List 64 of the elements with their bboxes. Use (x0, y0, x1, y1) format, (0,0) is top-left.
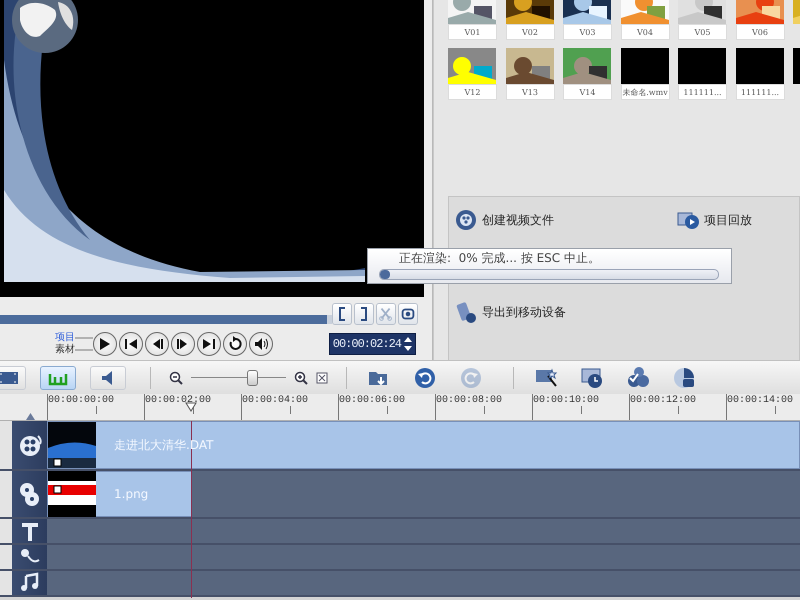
track-header[interactable] (12, 421, 47, 469)
undo-icon (413, 366, 437, 390)
play-button[interactable] (93, 332, 117, 356)
thumbnail-label: V12 (448, 84, 497, 100)
clip-name: 1.png (113, 487, 148, 501)
playhead-line[interactable] (191, 421, 192, 598)
slider-thumb[interactable] (246, 370, 258, 386)
task-button[interactable]: 项目回放 (677, 205, 752, 235)
progress-message: 正在渲染: 0% 完成... 按 ESC 中止。 (398, 251, 601, 266)
thumbnail-label: V06 (736, 24, 784, 40)
thumbnail-label: V05 (678, 24, 727, 40)
time-label: 00:00:04:00 (242, 395, 310, 407)
volume-button[interactable] (249, 332, 273, 356)
video-task-icon (455, 209, 477, 231)
thumbnail-label: V13 (506, 84, 554, 100)
timecode-field[interactable]: 00:00:02:24 (328, 332, 416, 354)
view-mode-button[interactable] (90, 366, 126, 390)
task-button[interactable]: 导出到移动设备 (455, 297, 677, 327)
time-label: 00:00:08:00 (436, 395, 504, 407)
thumbnail-label: 未命名.wmv (620, 84, 670, 100)
play-icon (99, 336, 111, 350)
surround-icon (672, 366, 696, 390)
mobile-task-icon (455, 301, 477, 323)
thumbnail-label: V03 (563, 24, 612, 40)
thumbnail-label: V02 (506, 24, 554, 40)
zoom-out-icon[interactable] (169, 370, 183, 384)
mark-out-icon (360, 306, 368, 320)
thumbnail-label: 111111... (736, 84, 784, 100)
time-label: 00:00:00:00 (48, 395, 116, 407)
home-button[interactable] (119, 332, 143, 356)
repeat-button[interactable] (223, 332, 247, 356)
playhead-marker-icon[interactable] (185, 402, 197, 412)
time-label: 00:00:14:00 (727, 395, 794, 407)
mark-in-button[interactable] (332, 302, 352, 324)
time-label: 00:00:12:00 (630, 395, 698, 407)
fit-icon[interactable] (316, 372, 328, 384)
track-side-strip (0, 519, 12, 543)
zoom-in-icon[interactable] (294, 370, 308, 384)
thumbnail-label: 111111... (678, 84, 727, 100)
task-button[interactable]: 创建视频文件 (455, 205, 677, 235)
spin-arrows-icon[interactable] (404, 336, 412, 352)
time-label: 00:00:02:00 (145, 395, 212, 407)
redo-icon (459, 366, 483, 390)
snapshot-button[interactable] (398, 302, 418, 324)
view-mode-button[interactable] (40, 366, 76, 390)
mode-tab[interactable]: 素材 (55, 344, 75, 356)
track-header[interactable] (12, 471, 47, 517)
mark-out-button[interactable] (354, 302, 374, 324)
time-label: 00:00:10:00 (533, 395, 600, 407)
batch-icon (626, 366, 650, 390)
thumbnail-label: V14 (563, 84, 612, 100)
next-frame-button[interactable] (171, 332, 195, 356)
track-side-strip (0, 545, 12, 569)
end-button[interactable] (197, 332, 221, 356)
mark-in-icon (338, 306, 346, 320)
track-side-strip (0, 571, 12, 595)
mode-tab[interactable]: 项目 (55, 332, 75, 344)
previous-frame-button[interactable] (145, 332, 169, 356)
thumbnail-label: V04 (620, 24, 670, 40)
chapter-icon (580, 366, 604, 390)
track-side-strip (0, 471, 12, 517)
thumbnail-label: V01 (448, 24, 497, 40)
view-mode-button[interactable] (0, 366, 26, 390)
time-label: 00:00:06:00 (339, 395, 406, 407)
